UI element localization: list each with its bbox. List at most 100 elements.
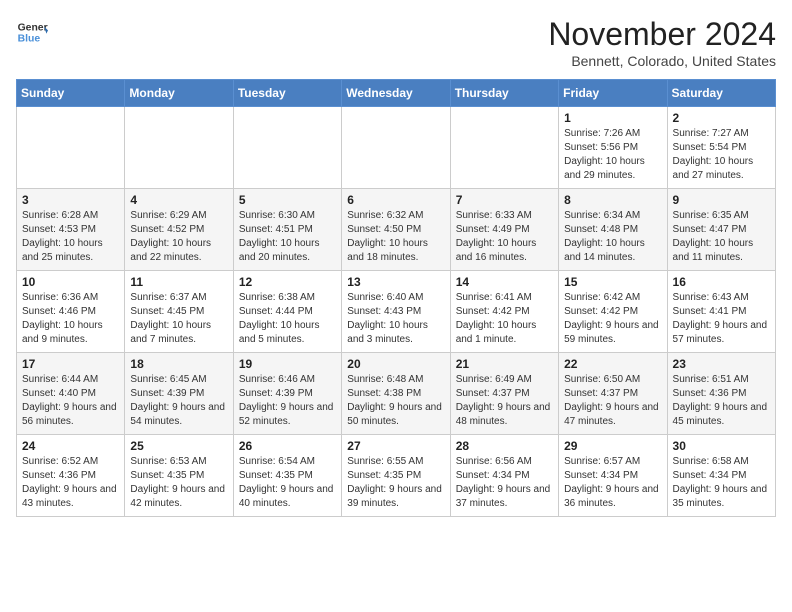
month-title: November 2024 [548,16,776,53]
calendar-cell [125,107,233,189]
calendar-cell: 14Sunrise: 6:41 AM Sunset: 4:42 PM Dayli… [450,271,558,353]
calendar-cell: 21Sunrise: 6:49 AM Sunset: 4:37 PM Dayli… [450,353,558,435]
calendar-cell: 16 Sunrise: 6:43 AM Sunset: 4:41 PM Dayli… [667,271,775,353]
day-info: Sunrise: 6:55 AM Sunset: 4:35 PM Dayligh… [347,455,444,511]
calendar-cell: 17Sunrise: 6:44 AM Sunset: 4:40 PM Dayli… [17,353,125,435]
day-number: 26 [239,439,336,453]
day-info: Sunrise: 6:33 AM Sunset: 4:49 PM Dayligh… [456,209,553,265]
calendar-cell: 8 Sunrise: 6:34 AM Sunset: 4:48 PM Daylig… [559,189,667,271]
day-number: 16 [673,275,770,289]
weekday-header: Friday [559,80,667,107]
calendar-cell: 29Sunrise: 6:57 AM Sunset: 4:34 PM Dayli… [559,435,667,517]
day-info: Sunrise: 6:34 AM Sunset: 4:48 PM Dayligh… [564,209,661,265]
calendar-week-row: 1 Sunrise: 7:26 AM Sunset: 5:56 PM Daylig… [17,107,776,189]
calendar-cell: 10 Sunrise: 6:36 AM Sunset: 4:46 PM Dayli… [17,271,125,353]
day-info: Sunrise: 6:46 AM Sunset: 4:39 PM Dayligh… [239,373,336,429]
weekday-header: Tuesday [233,80,341,107]
day-info: Sunrise: 6:51 AM Sunset: 4:36 PM Dayligh… [673,373,770,429]
logo-icon: General Blue [16,16,48,48]
day-number: 3 [22,193,119,207]
day-info: Sunrise: 6:36 AM Sunset: 4:46 PM Dayligh… [22,291,119,347]
calendar-cell: 6Sunrise: 6:32 AM Sunset: 4:50 PM Daylig… [342,189,450,271]
logo: General Blue [16,16,48,48]
day-number: 1 [564,111,661,125]
calendar-cell [17,107,125,189]
calendar-week-row: 17Sunrise: 6:44 AM Sunset: 4:40 PM Dayli… [17,353,776,435]
weekday-header: Thursday [450,80,558,107]
title-area: November 2024 Bennett, Colorado, United … [548,16,776,69]
day-info: Sunrise: 6:38 AM Sunset: 4:44 PM Dayligh… [239,291,336,347]
calendar-cell: 15 Sunrise: 6:42 AM Sunset: 4:42 PM Dayli… [559,271,667,353]
calendar-cell: 18Sunrise: 6:45 AM Sunset: 4:39 PM Dayli… [125,353,233,435]
page-header: General Blue November 2024 Bennett, Colo… [16,16,776,69]
day-info: Sunrise: 6:52 AM Sunset: 4:36 PM Dayligh… [22,455,119,511]
calendar-cell: 28 Sunrise: 6:56 AM Sunset: 4:34 PM Dayli… [450,435,558,517]
day-number: 15 [564,275,661,289]
day-number: 10 [22,275,119,289]
day-number: 23 [673,357,770,371]
day-number: 9 [673,193,770,207]
day-info: Sunrise: 7:26 AM Sunset: 5:56 PM Dayligh… [564,127,661,183]
day-number: 28 [456,439,553,453]
day-number: 27 [347,439,444,453]
calendar-cell: 11 Sunrise: 6:37 AM Sunset: 4:45 PM Dayli… [125,271,233,353]
day-number: 14 [456,275,553,289]
calendar-cell: 26 Sunrise: 6:54 AM Sunset: 4:35 PM Dayli… [233,435,341,517]
weekday-header: Wednesday [342,80,450,107]
calendar-cell: 3 Sunrise: 6:28 AM Sunset: 4:53 PM Daylig… [17,189,125,271]
day-number: 22 [564,357,661,371]
location-title: Bennett, Colorado, United States [548,53,776,69]
day-number: 18 [130,357,227,371]
day-info: Sunrise: 6:40 AM Sunset: 4:43 PM Dayligh… [347,291,444,347]
day-info: Sunrise: 6:29 AM Sunset: 4:52 PM Dayligh… [130,209,227,265]
weekday-header-row: SundayMondayTuesdayWednesdayThursdayFrid… [17,80,776,107]
day-info: Sunrise: 6:58 AM Sunset: 4:34 PM Dayligh… [673,455,770,511]
day-info: Sunrise: 6:43 AM Sunset: 4:41 PM Dayligh… [673,291,770,347]
day-number: 20 [347,357,444,371]
calendar-cell: 23 Sunrise: 6:51 AM Sunset: 4:36 PM Dayli… [667,353,775,435]
calendar-cell: 5 Sunrise: 6:30 AM Sunset: 4:51 PM Daylig… [233,189,341,271]
day-number: 2 [673,111,770,125]
calendar-table: SundayMondayTuesdayWednesdayThursdayFrid… [16,79,776,517]
day-info: Sunrise: 6:28 AM Sunset: 4:53 PM Dayligh… [22,209,119,265]
calendar-cell: 1 Sunrise: 7:26 AM Sunset: 5:56 PM Daylig… [559,107,667,189]
calendar-week-row: 24 Sunrise: 6:52 AM Sunset: 4:36 PM Dayli… [17,435,776,517]
day-info: Sunrise: 6:32 AM Sunset: 4:50 PM Dayligh… [347,209,444,265]
svg-text:Blue: Blue [18,34,41,45]
calendar-cell: 25Sunrise: 6:53 AM Sunset: 4:35 PM Dayli… [125,435,233,517]
calendar-cell: 30 Sunrise: 6:58 AM Sunset: 4:34 PM Dayli… [667,435,775,517]
day-info: Sunrise: 7:27 AM Sunset: 5:54 PM Dayligh… [673,127,770,183]
day-number: 24 [22,439,119,453]
day-number: 4 [130,193,227,207]
calendar-cell: 4 Sunrise: 6:29 AM Sunset: 4:52 PM Daylig… [125,189,233,271]
calendar-cell: 24 Sunrise: 6:52 AM Sunset: 4:36 PM Dayli… [17,435,125,517]
day-info: Sunrise: 6:53 AM Sunset: 4:35 PM Dayligh… [130,455,227,511]
calendar-cell: 9Sunrise: 6:35 AM Sunset: 4:47 PM Daylig… [667,189,775,271]
calendar-cell: 2 Sunrise: 7:27 AM Sunset: 5:54 PM Daylig… [667,107,775,189]
day-number: 30 [673,439,770,453]
weekday-header: Monday [125,80,233,107]
day-number: 5 [239,193,336,207]
day-info: Sunrise: 6:48 AM Sunset: 4:38 PM Dayligh… [347,373,444,429]
day-info: Sunrise: 6:56 AM Sunset: 4:34 PM Dayligh… [456,455,553,511]
day-number: 21 [456,357,553,371]
day-number: 8 [564,193,661,207]
weekday-header: Saturday [667,80,775,107]
svg-text:General: General [18,22,48,33]
weekday-header: Sunday [17,80,125,107]
calendar-cell [450,107,558,189]
calendar-cell [233,107,341,189]
day-info: Sunrise: 6:42 AM Sunset: 4:42 PM Dayligh… [564,291,661,347]
calendar-cell: 7Sunrise: 6:33 AM Sunset: 4:49 PM Daylig… [450,189,558,271]
day-number: 19 [239,357,336,371]
day-number: 11 [130,275,227,289]
day-info: Sunrise: 6:37 AM Sunset: 4:45 PM Dayligh… [130,291,227,347]
day-info: Sunrise: 6:30 AM Sunset: 4:51 PM Dayligh… [239,209,336,265]
calendar-week-row: 10 Sunrise: 6:36 AM Sunset: 4:46 PM Dayli… [17,271,776,353]
day-info: Sunrise: 6:54 AM Sunset: 4:35 PM Dayligh… [239,455,336,511]
calendar-cell: 22 Sunrise: 6:50 AM Sunset: 4:37 PM Dayli… [559,353,667,435]
day-info: Sunrise: 6:50 AM Sunset: 4:37 PM Dayligh… [564,373,661,429]
calendar-cell [342,107,450,189]
calendar-cell: 12Sunrise: 6:38 AM Sunset: 4:44 PM Dayli… [233,271,341,353]
calendar-cell: 20 Sunrise: 6:48 AM Sunset: 4:38 PM Dayli… [342,353,450,435]
